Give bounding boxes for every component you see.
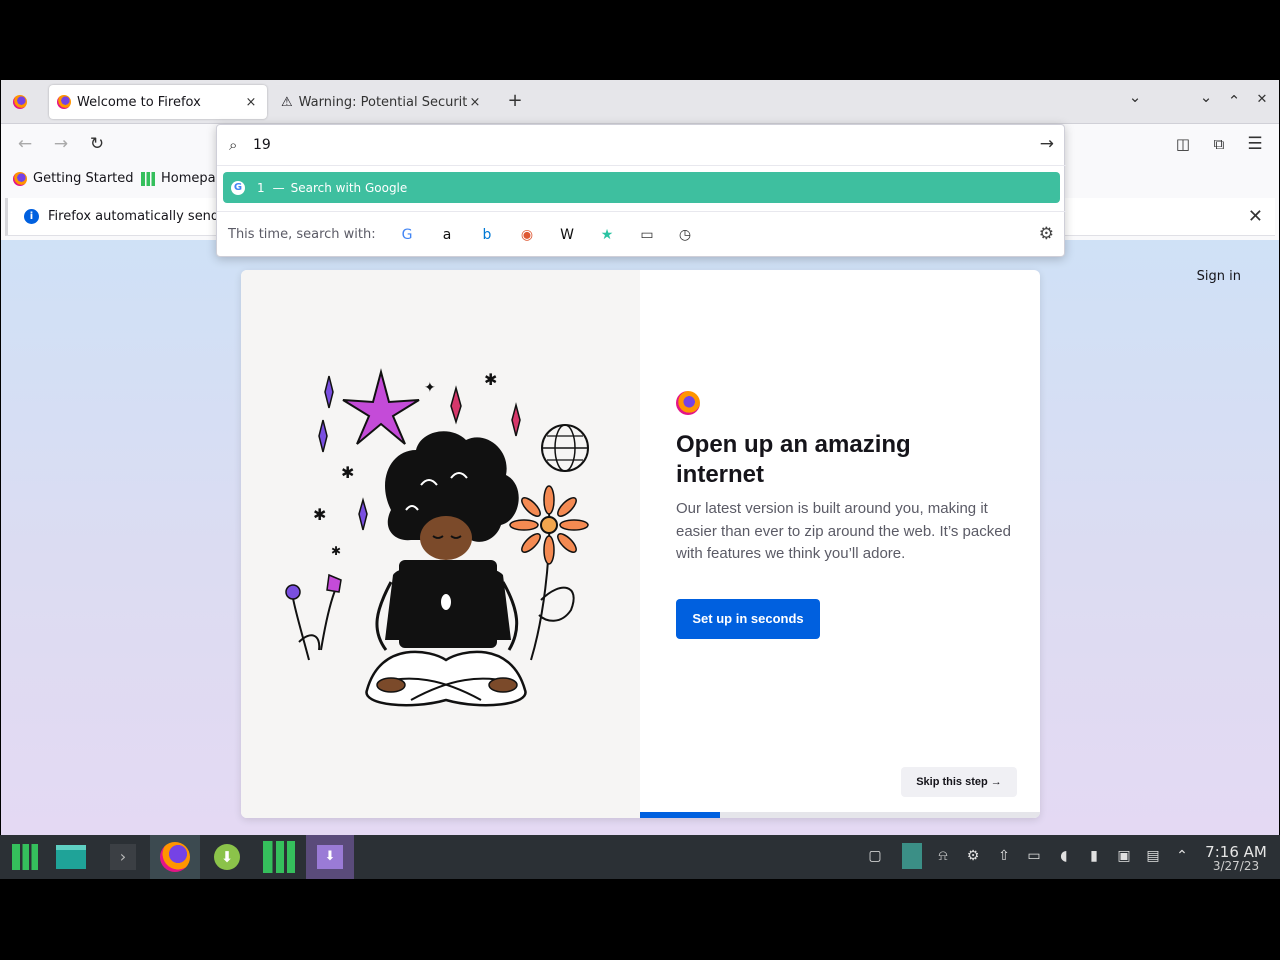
- search-suggestion-row[interactable]: G 1 — Search with Google: [223, 172, 1060, 203]
- pager-icon[interactable]: [902, 843, 922, 869]
- svg-text:✱: ✱: [341, 463, 354, 482]
- sign-in-link[interactable]: Sign in: [1197, 269, 1241, 284]
- bing-icon[interactable]: b: [477, 225, 497, 245]
- firefox-view-icon[interactable]: [13, 95, 27, 109]
- page-description: Our latest version is built around you, …: [676, 500, 1011, 562]
- show-hidden-icons-icon[interactable]: ⌃: [1173, 848, 1191, 864]
- search-settings-gear-icon[interactable]: ⚙: [1039, 224, 1054, 244]
- download-icon: ⬇: [214, 844, 240, 870]
- firefox-logo-icon: [57, 95, 71, 109]
- console-icon[interactable]: ▭: [1025, 848, 1043, 864]
- svg-text:✱: ✱: [484, 370, 497, 389]
- bookmarks-star-icon[interactable]: ★: [597, 225, 617, 245]
- notifications-icon[interactable]: ⍾: [934, 848, 952, 864]
- pocket-icon[interactable]: ◫: [1171, 133, 1195, 155]
- page-title: Open up an amazing internet: [676, 431, 911, 488]
- suggestion-term: 1: [257, 180, 265, 195]
- clock-date[interactable]: 3/27/23: [1200, 859, 1272, 873]
- usb-device-icon[interactable]: ▮: [1085, 848, 1103, 864]
- close-tab-icon[interactable]: ×: [467, 95, 483, 110]
- tab-label: Warning: Potential Security: [298, 94, 467, 110]
- info-icon: i: [24, 209, 39, 224]
- tabs-icon[interactable]: ▭: [637, 225, 657, 245]
- minimize-window-button[interactable]: ⌄: [1196, 88, 1216, 106]
- close-window-button[interactable]: ✕: [1252, 92, 1272, 107]
- taskbar-terminal[interactable]: ›: [98, 835, 148, 879]
- application-launcher-button[interactable]: [0, 835, 50, 879]
- google-icon[interactable]: G: [397, 225, 417, 245]
- folder-icon: [56, 845, 86, 869]
- extensions-icon[interactable]: ⧉: [1207, 133, 1231, 155]
- notification-text: Firefox automatically sends: [48, 209, 226, 224]
- divider: [217, 211, 1066, 212]
- person-with-laptop-illustration: ✱ ✱ ✱ ✱ ✦: [285, 368, 589, 707]
- svg-text:✱: ✱: [331, 544, 341, 558]
- kde-connect-icon[interactable]: ⚙: [964, 848, 982, 864]
- suggestion-action: Search with Google: [290, 180, 408, 195]
- installer-icon: ⬇: [317, 845, 343, 869]
- one-off-search-label: This time, search with:: [228, 227, 376, 242]
- manjaro-icon: [12, 844, 38, 870]
- clipboard-icon[interactable]: ▣: [1115, 848, 1133, 864]
- duckduckgo-icon[interactable]: ◉: [517, 225, 537, 245]
- set-up-button[interactable]: Set up in seconds: [676, 599, 820, 639]
- svg-text:✦: ✦: [424, 380, 436, 396]
- close-tab-icon[interactable]: ×: [243, 95, 259, 110]
- bookmark-label: Getting Started: [33, 171, 134, 186]
- bookmark-getting-started[interactable]: Getting Started: [13, 171, 134, 186]
- google-icon: G: [231, 180, 245, 195]
- manjaro-icon: [263, 841, 295, 873]
- wikipedia-icon[interactable]: W: [557, 225, 577, 245]
- taskbar-manjaro-hello[interactable]: [254, 835, 304, 879]
- progress-fill: [640, 812, 720, 818]
- maximize-window-button[interactable]: ⌃: [1224, 92, 1244, 110]
- warning-icon: ⚠: [281, 94, 293, 110]
- go-arrow-icon[interactable]: →: [1040, 134, 1054, 154]
- close-notification-button[interactable]: ✕: [1248, 206, 1263, 227]
- volume-icon[interactable]: ◖: [1055, 848, 1073, 864]
- bookmark-label: Homepa: [161, 171, 216, 186]
- new-tab-button[interactable]: +: [505, 90, 525, 111]
- screen: Welcome to Firefox × ⚠ Warning: Potentia…: [0, 0, 1280, 960]
- taskbar-firefox[interactable]: [150, 835, 200, 879]
- tab-security-warning[interactable]: ⚠ Warning: Potential Security ×: [273, 85, 491, 119]
- url-bar-dropdown: ⌕ → G 1 — Search with Google This time, …: [216, 124, 1066, 257]
- reload-button[interactable]: ↻: [85, 133, 109, 155]
- bookmark-homepage[interactable]: Homepa: [141, 171, 216, 186]
- page-content: Sign in ✱ ✱ ✱ ✱ ✦ Open up an amazing int…: [1, 240, 1279, 835]
- amazon-icon[interactable]: a: [437, 225, 457, 245]
- search-icon: ⌕: [229, 136, 238, 154]
- network-icon[interactable]: ▤: [1144, 848, 1162, 864]
- taskbar-downloader[interactable]: ⬇: [202, 835, 252, 879]
- terminal-icon: ›: [110, 844, 136, 870]
- onboarding-progress: [640, 812, 1040, 818]
- taskbar-software-installer[interactable]: ⬇: [306, 835, 354, 879]
- skip-step-button[interactable]: Skip this step →: [901, 767, 1017, 797]
- show-desktop-icon[interactable]: ▢: [866, 848, 884, 864]
- back-button[interactable]: ←: [13, 133, 37, 155]
- tab-welcome-to-firefox[interactable]: Welcome to Firefox ×: [49, 85, 267, 119]
- forward-button[interactable]: →: [49, 133, 73, 155]
- history-clock-icon[interactable]: ◷: [675, 225, 695, 245]
- list-all-tabs-button[interactable]: ⌄: [1125, 88, 1145, 106]
- menu-icon[interactable]: ☰: [1243, 133, 1267, 155]
- tab-strip: Welcome to Firefox × ⚠ Warning: Potentia…: [1, 80, 1279, 124]
- tab-label: Welcome to Firefox: [77, 94, 201, 110]
- svg-text:✱: ✱: [313, 505, 326, 524]
- firefox-logo-icon: [676, 391, 700, 415]
- taskbar-file-manager[interactable]: [46, 835, 96, 879]
- onboarding-card: ✱ ✱ ✱ ✱ ✦ Open up an amazing internet Ou…: [241, 270, 1040, 818]
- url-input[interactable]: [253, 133, 1013, 157]
- manjaro-icon: [141, 171, 155, 186]
- firefox-logo-icon: [13, 171, 27, 186]
- taskbar: › ⬇ ⬇ ▢ ⍾ ⚙ ⇧ ▭ ◖ ▮ ▣ ▤ ⌃ 7:16 AM 3/27/2…: [0, 835, 1280, 879]
- firefox-logo-icon: [160, 842, 190, 872]
- illustration-panel: ✱ ✱ ✱ ✱ ✦: [241, 270, 640, 818]
- divider: [217, 165, 1066, 166]
- updates-icon[interactable]: ⇧: [995, 848, 1013, 864]
- suggestion-dash: —: [272, 180, 285, 195]
